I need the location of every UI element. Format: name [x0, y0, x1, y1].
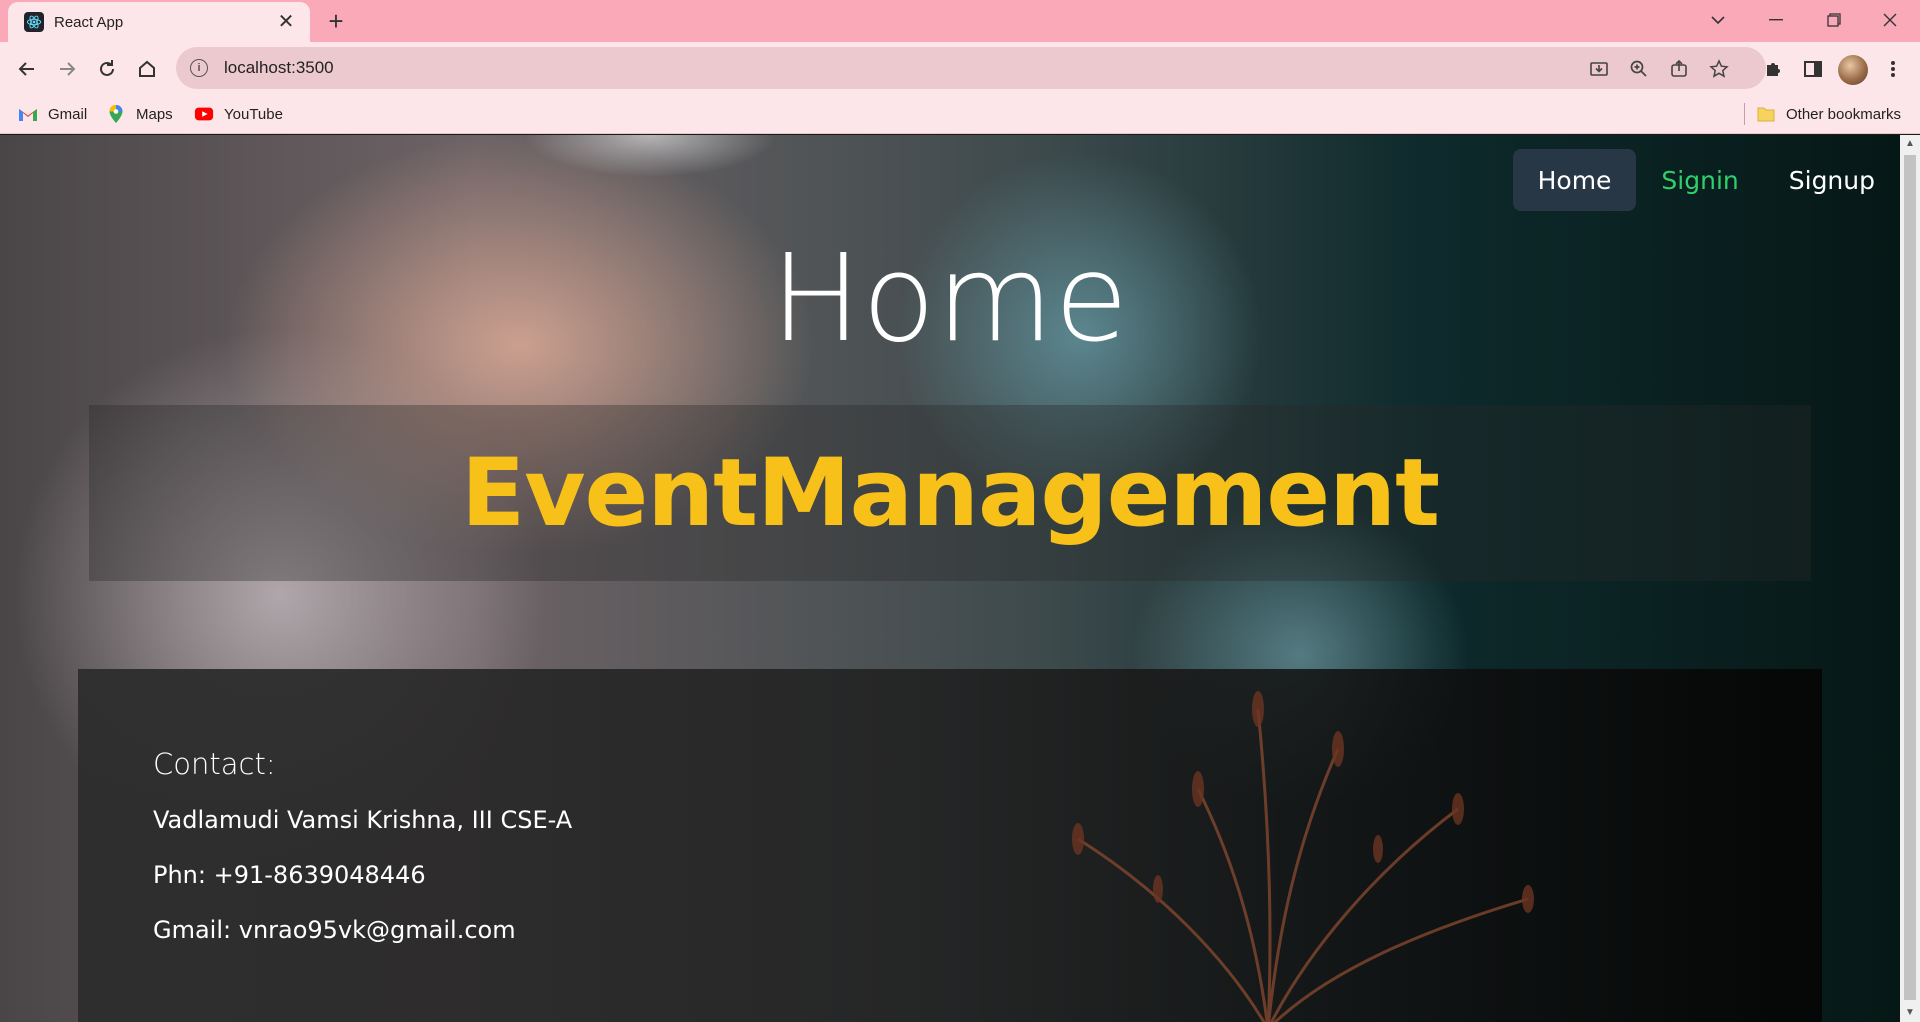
side-panel-icon[interactable]: [1800, 56, 1826, 82]
nav-home-link[interactable]: Home: [1512, 149, 1637, 211]
folder-icon: [1756, 105, 1776, 123]
bookmark-maps[interactable]: Maps: [106, 103, 173, 125]
home-button[interactable]: [132, 54, 162, 84]
profile-avatar[interactable]: [1838, 55, 1868, 85]
share-icon[interactable]: [1668, 58, 1690, 80]
scroll-up-arrow-icon[interactable]: ▲: [1900, 135, 1920, 153]
zoom-icon[interactable]: [1628, 58, 1650, 80]
close-tab-icon[interactable]: ✕: [274, 12, 298, 32]
back-button[interactable]: [12, 54, 42, 84]
contact-heading: Contact:: [153, 747, 276, 781]
new-tab-button[interactable]: +: [322, 8, 350, 36]
scroll-down-arrow-icon[interactable]: ▼: [1900, 1004, 1920, 1022]
forward-button[interactable]: [52, 54, 82, 84]
bookmark-label: YouTube: [224, 105, 283, 123]
bookmark-label: Gmail: [48, 105, 88, 123]
youtube-icon: [194, 105, 214, 123]
contact-phone: Phn: +91-8639048446: [153, 861, 426, 889]
bookmarks-divider: [1744, 103, 1745, 125]
brand-banner: EventManagement: [89, 405, 1811, 581]
nav-signup-link[interactable]: Signup: [1764, 149, 1900, 211]
browser-tabbar: React App ✕ +: [0, 0, 1920, 42]
contact-card: Contact: Vadlamudi Vamsi Krishna, III CS…: [78, 669, 1822, 1022]
react-favicon-icon: [24, 12, 44, 32]
extensions-puzzle-icon[interactable]: [1760, 56, 1786, 82]
address-bar[interactable]: i localhost:3500: [176, 47, 1766, 89]
bookmark-youtube[interactable]: YouTube: [194, 103, 283, 125]
contact-name: Vadlamudi Vamsi Krishna, III CSE-A: [153, 806, 573, 834]
browser-tab[interactable]: React App ✕: [8, 2, 310, 42]
tab-title: React App: [54, 13, 124, 31]
kebab-menu-icon[interactable]: [1880, 56, 1906, 82]
plant-background-graphic: [1072, 691, 1534, 1022]
url-text: localhost:3500: [224, 58, 334, 77]
other-bookmarks[interactable]: Other bookmarks: [1756, 103, 1901, 125]
page-title: Home: [770, 230, 1130, 369]
maps-icon: [106, 105, 126, 123]
page-scrollbar[interactable]: ▲ ▼: [1900, 135, 1920, 1022]
brand-title: EventManagement: [460, 438, 1440, 548]
restore-button[interactable]: [1814, 6, 1854, 34]
browser-toolbar: i localhost:3500: [0, 42, 1920, 94]
site-nav: Home Signin Signup: [1512, 149, 1900, 211]
contact-email: Gmail: vnrao95vk@gmail.com: [153, 916, 516, 944]
bookmark-star-icon[interactable]: [1708, 58, 1730, 80]
page-viewport: Home Signin Signup Home EventManagement: [0, 135, 1900, 1022]
reload-button[interactable]: [92, 54, 122, 84]
bookmarks-bar: Gmail Maps YouTube Other bookmarks: [0, 94, 1920, 134]
bookmark-gmail[interactable]: Gmail: [18, 103, 87, 125]
scroll-thumb[interactable]: [1904, 155, 1916, 1000]
other-bookmarks-label: Other bookmarks: [1786, 105, 1902, 123]
close-window-button[interactable]: [1870, 6, 1910, 34]
site-info-icon[interactable]: i: [190, 59, 208, 77]
gmail-icon: [18, 105, 38, 123]
nav-signin-link[interactable]: Signin: [1636, 149, 1763, 211]
minimize-button[interactable]: [1756, 6, 1796, 34]
install-app-icon[interactable]: [1588, 58, 1610, 80]
bookmark-label: Maps: [136, 105, 173, 123]
tab-search-chevron-icon[interactable]: [1698, 6, 1738, 34]
